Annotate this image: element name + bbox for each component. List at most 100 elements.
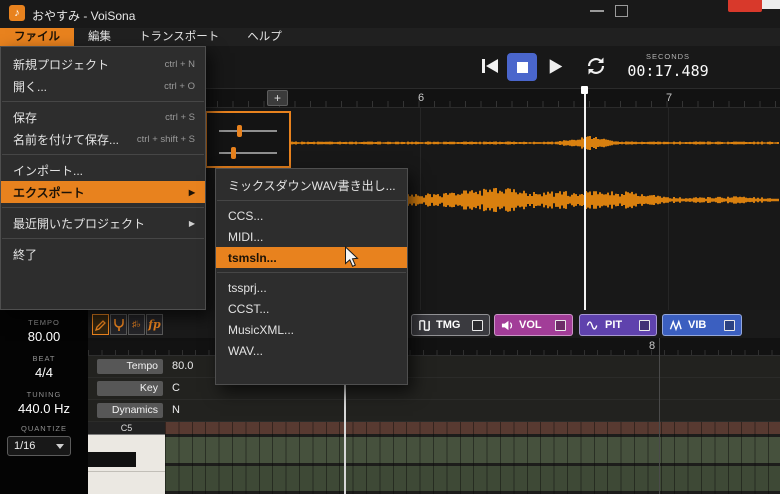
- skip-to-start-icon: [482, 59, 498, 73]
- menu-separator: [2, 207, 204, 208]
- add-button[interactable]: +: [267, 90, 288, 106]
- tempo-value[interactable]: 80.00: [0, 329, 88, 344]
- menu-item-ccst[interactable]: CCST...: [216, 298, 407, 319]
- black-key[interactable]: [88, 452, 136, 467]
- time-units-label: SECONDS: [645, 52, 691, 61]
- property-row-key: Key C: [88, 378, 780, 400]
- piano-roll-ruler[interactable]: 8: [88, 338, 780, 356]
- menu-item-tssprj[interactable]: tssprj...: [216, 277, 407, 298]
- menu-item-mixdown-wav[interactable]: ミックスダウンWAV書き出し...: [216, 175, 407, 196]
- sharp-flat-icon: ♯♭: [132, 319, 141, 329]
- lane-checkbox-pit[interactable]: [639, 319, 650, 331]
- playhead-handle[interactable]: [581, 86, 588, 94]
- measure-marker-7: 7: [666, 92, 673, 104]
- dynamics-fp-icon: fp: [148, 318, 161, 331]
- slider-track: [219, 152, 277, 154]
- property-value[interactable]: 80.0: [172, 360, 193, 372]
- close-button[interactable]: [728, 0, 762, 12]
- menu-item-midi[interactable]: MIDI...: [216, 226, 407, 247]
- menu-item-exit[interactable]: 終了: [1, 243, 205, 265]
- quantize-label: QUANTIZE: [21, 424, 67, 433]
- draw-tool-button[interactable]: [92, 314, 109, 335]
- play-button[interactable]: [546, 57, 566, 75]
- measure-marker-8: 8: [649, 340, 656, 352]
- property-label[interactable]: Key: [97, 381, 163, 396]
- menu-item-ccs[interactable]: CCS...: [216, 205, 407, 226]
- key-divider: [88, 471, 165, 472]
- track-control-panel: [205, 111, 291, 168]
- lane-chip-vib[interactable]: VIB: [662, 314, 742, 336]
- app-icon: ♪: [9, 5, 25, 21]
- menu-item-save[interactable]: 保存 ctrl + S: [1, 106, 205, 128]
- lane-chip-vol[interactable]: VOL: [494, 314, 573, 336]
- slider-handle[interactable]: [231, 147, 236, 159]
- slider-handle[interactable]: [237, 125, 242, 137]
- tuning-fork-icon: [113, 318, 124, 331]
- menu-item-save-as[interactable]: 名前を付けて保存... ctrl + shift + S: [1, 128, 205, 150]
- menu-separator: [217, 200, 406, 201]
- property-value[interactable]: C: [172, 382, 180, 394]
- window-title: おやすみ - VoiSona: [32, 9, 136, 23]
- title-bar: ♪ おやすみ - VoiSona: [0, 0, 780, 28]
- lane-label: TMG: [436, 319, 461, 331]
- property-label[interactable]: Dynamics: [97, 403, 163, 418]
- dynamics-tool-button[interactable]: fp: [146, 314, 163, 335]
- beat-value[interactable]: 4/4: [0, 365, 88, 380]
- ruler-ticks: [88, 350, 780, 355]
- loop-button[interactable]: [583, 55, 609, 77]
- menu-separator: [2, 101, 204, 102]
- lane-checkbox-vol[interactable]: [555, 319, 566, 331]
- tuning-value[interactable]: 440.0 Hz: [0, 401, 88, 416]
- menu-edit[interactable]: 編集: [74, 28, 125, 46]
- lane-chip-pit[interactable]: PIT: [579, 314, 657, 336]
- property-row-tempo: Tempo 80.0: [88, 356, 780, 378]
- skip-to-start-button[interactable]: [478, 56, 502, 76]
- export-submenu: ミックスダウンWAV書き出し... CCS... MIDI... tsmsln.…: [215, 168, 408, 385]
- pencil-icon: [94, 319, 106, 331]
- property-value[interactable]: N: [172, 404, 180, 416]
- stop-icon: [516, 61, 528, 73]
- minimize-icon[interactable]: [590, 10, 604, 12]
- menu-item-recent-projects[interactable]: 最近開いたプロジェクト ▶: [1, 212, 205, 234]
- grid-lines: [165, 422, 780, 494]
- menu-bar: ファイル 編集 トランスポート ヘルプ: [0, 28, 780, 46]
- menu-transport[interactable]: トランスポート: [125, 28, 233, 46]
- accidental-tool-button[interactable]: ♯♭: [128, 314, 145, 335]
- submenu-arrow-icon: ▶: [188, 187, 195, 197]
- vibrato-icon: [669, 319, 682, 331]
- property-row-dynamics: Dynamics N: [88, 400, 780, 422]
- maximize-icon[interactable]: [615, 5, 628, 17]
- measure-marker-6: 6: [418, 92, 425, 104]
- menu-item-musicxml[interactable]: MusicXML...: [216, 319, 407, 340]
- pitch-wave-icon: [586, 320, 598, 330]
- lane-label: VIB: [688, 319, 707, 331]
- window-corner-decoration: [762, 0, 780, 9]
- timing-icon: [419, 319, 430, 331]
- menu-item-wav[interactable]: WAV...: [216, 340, 407, 361]
- menu-item-tsmsln[interactable]: tsmsln...: [216, 247, 407, 268]
- menu-separator: [2, 154, 204, 155]
- menu-file[interactable]: ファイル: [0, 28, 74, 46]
- property-label[interactable]: Tempo: [97, 359, 163, 374]
- play-icon: [549, 58, 563, 74]
- mouse-cursor: [345, 246, 359, 267]
- quantize-value: 1/16: [14, 440, 36, 452]
- lane-checkbox-vib[interactable]: [724, 319, 735, 331]
- octave-label: C5: [88, 422, 165, 434]
- lane-checkbox-tmg[interactable]: [472, 319, 483, 331]
- tempo-label: TEMPO: [28, 318, 60, 327]
- lane-chip-tmg[interactable]: TMG: [411, 314, 490, 336]
- lane-label: VOL: [519, 319, 542, 331]
- submenu-arrow-icon: ▶: [188, 218, 195, 228]
- menu-item-import[interactable]: インポート...: [1, 159, 205, 181]
- playhead[interactable]: [584, 86, 586, 310]
- voisona-window: ♪ おやすみ - VoiSona ファイル 編集 トランスポート ヘルプ SEC…: [0, 0, 780, 494]
- menu-item-open[interactable]: 開く... ctrl + O: [1, 75, 205, 97]
- stop-button[interactable]: [507, 53, 537, 81]
- tuning-tool-button[interactable]: [110, 314, 127, 335]
- note-grid[interactable]: [165, 422, 780, 494]
- menu-item-new-project[interactable]: 新規プロジェクト ctrl + N: [1, 53, 205, 75]
- menu-item-export[interactable]: エクスポート ▶: [1, 181, 205, 203]
- menu-help[interactable]: ヘルプ: [233, 28, 296, 46]
- quantize-select[interactable]: 1/16: [7, 436, 71, 456]
